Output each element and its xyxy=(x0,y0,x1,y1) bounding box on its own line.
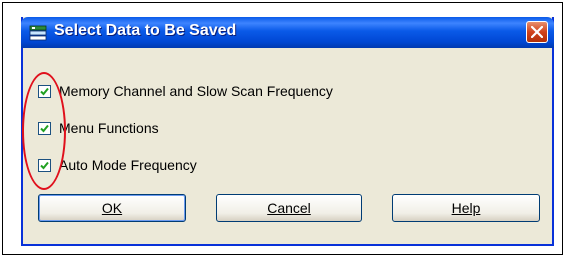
close-icon xyxy=(531,26,543,38)
save-data-icon xyxy=(29,24,47,42)
checkbox-memory-channel[interactable] xyxy=(38,85,51,98)
checkbox-menu-functions[interactable] xyxy=(38,122,51,135)
cancel-button[interactable]: Cancel xyxy=(216,194,362,222)
option-label: Auto Mode Frequency xyxy=(59,157,197,173)
close-button[interactable] xyxy=(526,21,548,43)
ok-button[interactable]: OK xyxy=(38,194,186,222)
help-button[interactable]: Help xyxy=(392,194,540,222)
option-label: Menu Functions xyxy=(59,120,159,136)
checkmark-icon xyxy=(40,124,49,133)
cancel-button-label: Cancel xyxy=(267,200,311,216)
option-label: Memory Channel and Slow Scan Frequency xyxy=(59,83,333,99)
checkbox-auto-mode[interactable] xyxy=(38,159,51,172)
checkmark-icon xyxy=(40,161,49,170)
checkmark-icon xyxy=(40,87,49,96)
ok-button-label: OK xyxy=(101,200,123,216)
help-button-label: Help xyxy=(451,200,481,216)
dialog-title: Select Data to Be Saved xyxy=(54,22,237,39)
dialog-titlebar[interactable]: Select Data to Be Saved xyxy=(21,17,554,48)
